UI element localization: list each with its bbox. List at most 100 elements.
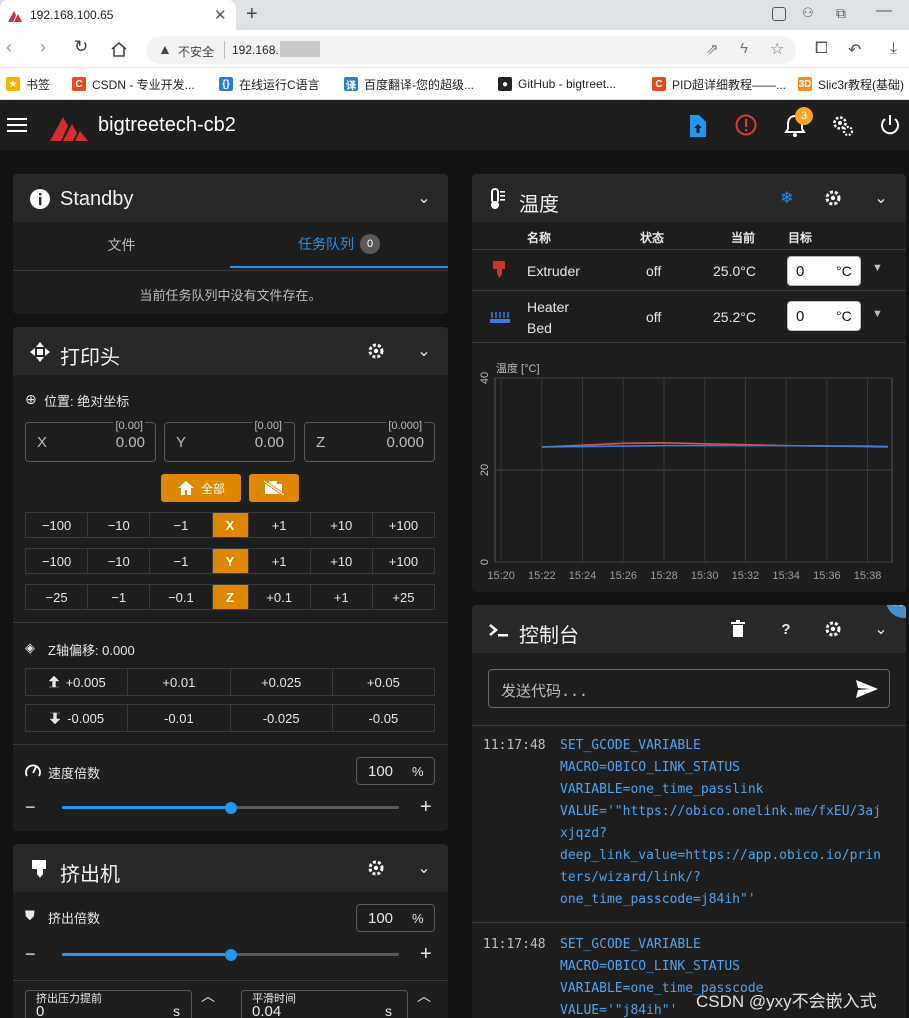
home-all-button[interactable]: 全部 <box>161 474 241 502</box>
move-button[interactable]: −100 <box>26 549 89 573</box>
collapse-chevron-icon[interactable]: ⌄ <box>413 340 435 362</box>
extruder-presets-dropdown-icon[interactable]: ▼ <box>872 262 883 274</box>
increase-flow-icon[interactable]: + <box>420 943 432 966</box>
decrease-speed-icon[interactable]: − <box>25 797 36 818</box>
axis-home-button[interactable]: X <box>212 513 249 537</box>
bookmark-item[interactable]: 3D Slic3r教程(基础) <box>798 68 904 100</box>
bookmark-item[interactable]: 译百度翻译-您的超级... <box>344 68 474 100</box>
flow-slider-thumb[interactable] <box>224 949 237 961</box>
z-offset-down-button[interactable]: -0.05 <box>333 705 434 731</box>
pressure-advance-chevron-up-icon[interactable]: ︿ <box>201 986 215 1006</box>
extensions-window-icon[interactable]: ⚇ <box>802 5 814 21</box>
share-icon[interactable]: ⇗ <box>706 40 719 58</box>
collapse-chevron-icon[interactable]: ⌄ <box>870 187 892 209</box>
increase-speed-icon[interactable]: + <box>420 796 432 819</box>
snowflake-cooldown-icon[interactable]: ❄ <box>776 187 798 209</box>
move-button[interactable]: +100 <box>373 549 434 573</box>
pressure-advance-field[interactable]: 挤出压力提前 0 s <box>25 990 192 1018</box>
move-button[interactable]: +1 <box>311 585 373 609</box>
move-button[interactable]: −1 <box>150 549 213 573</box>
extension-icon[interactable]: ⧠ <box>815 40 828 58</box>
move-button[interactable]: +25 <box>373 585 434 609</box>
z-offset-up-button[interactable]: +0.01 <box>128 669 231 695</box>
menu-icon[interactable] <box>7 117 27 133</box>
console-message-line[interactable]: VALUE='"https://obico.onelink.me/fxEU/3a… <box>560 804 881 819</box>
star-icon[interactable]: ☆ <box>770 39 784 59</box>
bed-target-input[interactable]: 0 °C <box>787 301 861 331</box>
gcode-input[interactable]: 发送代码... <box>488 669 890 708</box>
console-message-line[interactable]: VALUE='"j84ih"' <box>560 1003 677 1018</box>
z-offset-down-button[interactable]: -0.025 <box>231 705 333 731</box>
power-icon[interactable] <box>879 114 901 136</box>
trash-icon[interactable] <box>727 618 749 640</box>
console-message-line[interactable]: deep_link_value=https://app.obico.io/pri… <box>560 848 881 863</box>
motors-off-button[interactable] <box>249 474 299 502</box>
address-bar[interactable]: ▲ 不安全 192.168. ⇗ ϟ ☆ <box>146 36 796 64</box>
emergency-stop-icon[interactable] <box>735 114 757 136</box>
collapse-chevron-icon[interactable]: ⌄ <box>870 618 892 640</box>
new-tab-icon[interactable]: + <box>246 3 258 26</box>
console-message-line[interactable]: xjqzd? <box>560 826 607 841</box>
move-button[interactable]: +10 <box>311 549 373 573</box>
toolhead-settings-gear-icon[interactable] <box>365 340 387 362</box>
move-button[interactable]: +1 <box>249 549 311 573</box>
move-button[interactable]: +10 <box>311 513 373 537</box>
move-button[interactable]: +100 <box>373 513 434 537</box>
bookmark-item[interactable]: {} 在线运行C语言 <box>219 68 320 100</box>
tab-close-icon[interactable]: ✕ <box>214 6 227 24</box>
x-position-field[interactable]: [0.00] X 0.00 <box>25 420 156 462</box>
smooth-time-field[interactable]: 平滑时间 0.04 s <box>241 990 408 1018</box>
console-message-line[interactable]: one_time_passcode=j84ih"' <box>560 892 756 907</box>
tab-files[interactable]: 文件 <box>13 222 230 268</box>
temperature-settings-gear-icon[interactable] <box>822 187 844 209</box>
bolt-icon[interactable]: ϟ <box>740 40 748 57</box>
bookmark-item[interactable]: ★ 书签 <box>6 68 50 100</box>
move-button[interactable]: +0.1 <box>249 585 311 609</box>
undo-icon[interactable]: ↶ <box>848 40 861 60</box>
collapse-chevron-icon[interactable]: ⌄ <box>413 187 435 209</box>
console-message-line[interactable]: VARIABLE=one_time_passlink <box>560 782 764 797</box>
collapse-chevron-icon[interactable]: ⌄ <box>413 857 435 879</box>
browser-tab[interactable]: 192.168.100.65 ✕ <box>0 0 236 30</box>
z-offset-down-button[interactable]: -0.005 <box>26 705 129 731</box>
bookmark-item[interactable]: ● GitHub - bigtreet... <box>498 68 616 100</box>
z-position-field[interactable]: [0.000] Z 0.000 <box>304 420 435 462</box>
bed-presets-dropdown-icon[interactable]: ▼ <box>872 308 883 320</box>
speed-slider-thumb[interactable] <box>224 802 237 814</box>
move-button[interactable]: −10 <box>88 549 151 573</box>
puzzle-icon[interactable]: ⧉ <box>836 5 846 22</box>
console-message-line[interactable]: MACRO=OBICO_LINK_STATUS <box>560 959 740 974</box>
move-button[interactable]: −10 <box>88 513 151 537</box>
console-settings-gear-icon[interactable] <box>822 618 844 640</box>
extruder-target-input[interactable]: 0 °C <box>787 256 861 286</box>
help-icon[interactable]: ? <box>775 618 797 640</box>
smooth-time-chevron-up-icon[interactable]: ︿ <box>417 986 431 1006</box>
flow-factor-input[interactable]: 100 % <box>356 904 435 932</box>
bookmark-item[interactable]: C CSDN - 专业开发... <box>72 68 195 100</box>
axis-home-button[interactable]: Y <box>212 549 249 573</box>
console-message-line[interactable]: ters/wizard/link/? <box>560 870 701 885</box>
extruder-settings-gear-icon[interactable] <box>365 857 387 879</box>
z-offset-up-button[interactable]: +0.005 <box>26 669 129 695</box>
z-offset-up-button[interactable]: +0.05 <box>333 669 434 695</box>
upload-file-icon[interactable] <box>688 115 706 137</box>
move-button[interactable]: −1 <box>150 513 213 537</box>
minimize-icon[interactable]: — <box>876 2 892 20</box>
console-message-line[interactable]: SET_GCODE_VARIABLE <box>560 738 701 753</box>
y-position-field[interactable]: [0.00] Y 0.00 <box>164 420 295 462</box>
settings-gears-icon[interactable] <box>832 115 854 137</box>
bookmark-item[interactable]: C PID超详细教程——... <box>652 68 786 100</box>
move-button[interactable]: −1 <box>88 585 151 609</box>
move-button[interactable]: −100 <box>26 513 89 537</box>
console-message-line[interactable]: MACRO=OBICO_LINK_STATUS <box>560 760 740 775</box>
home-icon[interactable] <box>110 41 128 57</box>
move-button[interactable]: +1 <box>249 513 311 537</box>
axis-home-button[interactable]: Z <box>212 585 249 609</box>
send-icon[interactable] <box>855 679 879 699</box>
move-button[interactable]: −0.1 <box>150 585 213 609</box>
back-icon[interactable]: ‹ <box>6 37 12 58</box>
forward-icon[interactable]: › <box>40 37 46 58</box>
z-offset-up-button[interactable]: +0.025 <box>231 669 333 695</box>
reload-icon[interactable]: ↻ <box>74 37 88 57</box>
move-button[interactable]: −25 <box>26 585 89 609</box>
